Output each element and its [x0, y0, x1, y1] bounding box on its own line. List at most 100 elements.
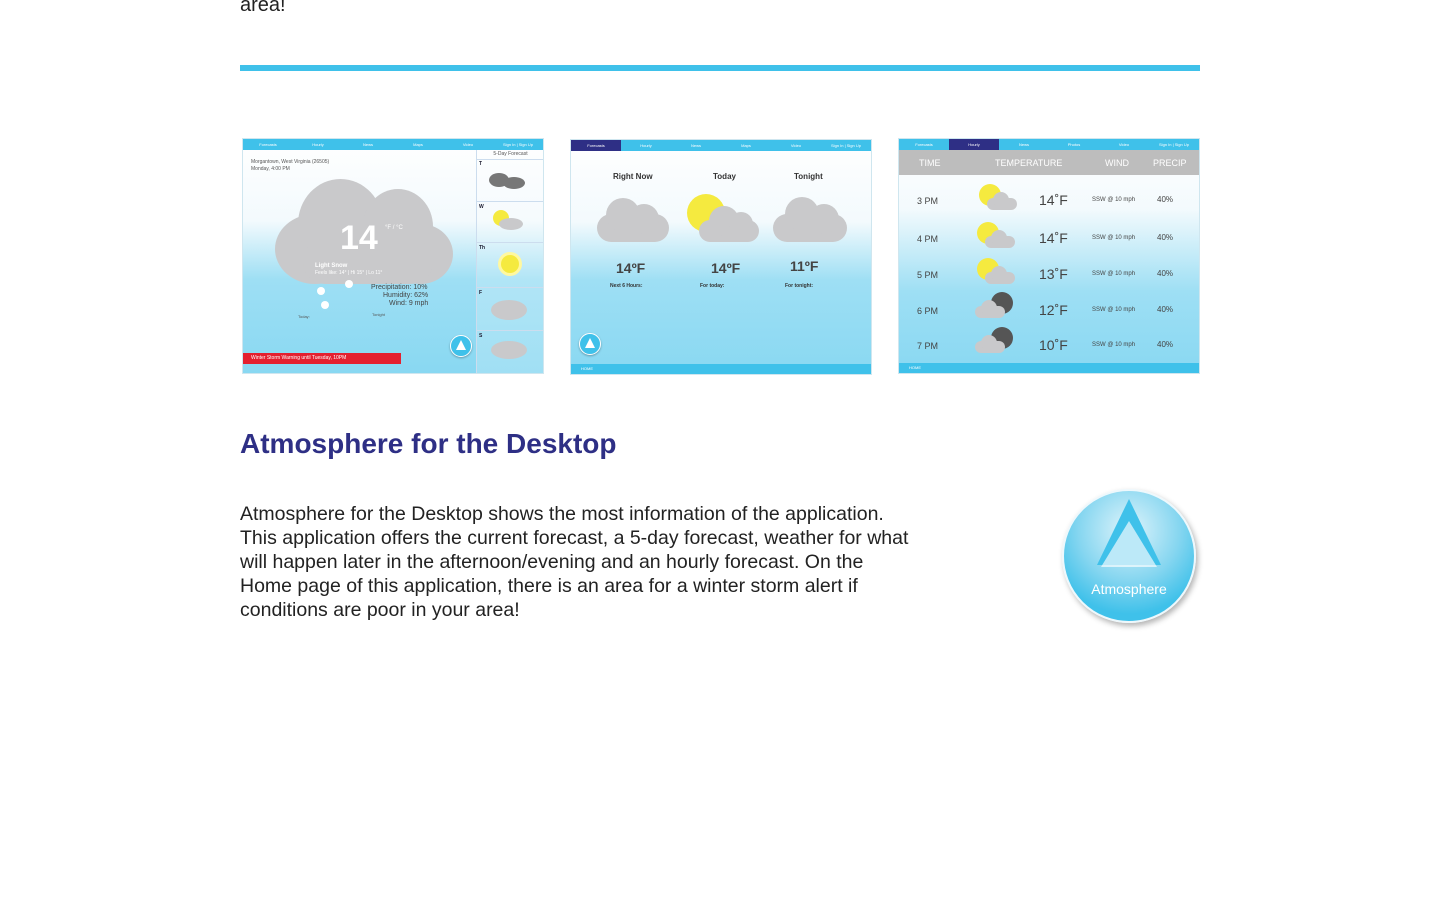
- row-time: 4 PM: [917, 234, 939, 244]
- home-bar[interactable]: HOME: [899, 363, 1199, 373]
- today-screen-thumbnail[interactable]: Forecasts Hourly News Maps Video Sign In…: [570, 139, 872, 375]
- day-label: W: [479, 204, 484, 210]
- nav-hourly: Hourly: [312, 142, 324, 147]
- forecast-day-wednesday[interactable]: W: [477, 202, 543, 243]
- section-divider: [240, 65, 1200, 71]
- row-precip: 40%: [1157, 269, 1174, 278]
- row-precip: 40%: [1157, 195, 1174, 204]
- right-now-temp: 14ºF: [616, 260, 646, 276]
- forecast-day-saturday[interactable]: S: [477, 331, 543, 373]
- tonight-title: Tonight: [794, 172, 823, 181]
- row-wind: SSW @ 10 mph: [1092, 235, 1136, 241]
- nav-sign-in: Sign In | Sign Up: [503, 142, 533, 147]
- table-row[interactable]: 7 PM 10˚F SSW @ 10 mph 40%: [899, 327, 1199, 365]
- app-nav-bar: Forecasts Hourly News Maps Video Sign In…: [243, 139, 543, 150]
- nav-video: Video: [1118, 142, 1130, 147]
- col-wind: WIND: [1105, 158, 1129, 168]
- forecast-day-friday[interactable]: F: [477, 288, 543, 331]
- cloud-icon: [503, 177, 525, 189]
- atmosphere-logo-icon[interactable]: [450, 335, 472, 357]
- cloud-icon: [491, 341, 527, 359]
- row-time: 5 PM: [917, 270, 939, 280]
- table-row[interactable]: 4 PM 14˚F SSW @ 10 mph 40%: [899, 222, 1199, 258]
- home-link[interactable]: HOME: [909, 365, 921, 370]
- right-now-title: Right Now: [613, 172, 653, 181]
- cloud-icon: [491, 300, 527, 320]
- row-precip: 40%: [1157, 340, 1174, 349]
- row-precip: 40%: [1157, 305, 1174, 314]
- app-nav-bar: Forecasts Hourly News Photos Video Sign …: [899, 139, 1199, 150]
- nav-forecasts: Forecasts: [259, 142, 277, 147]
- row-temp: 10˚F: [1039, 337, 1068, 353]
- for-tonight-label: For tonight:: [785, 283, 814, 289]
- logo-label: Atmosphere: [1091, 581, 1167, 597]
- nav-sign-in: Sign In | Sign Up: [831, 143, 861, 148]
- triangle-highlight: [1101, 521, 1157, 567]
- nav-news: News: [1018, 142, 1029, 147]
- nav-video: Video: [462, 142, 474, 147]
- row-time: 7 PM: [917, 341, 939, 351]
- row-wind: SSW @ 10 mph: [1092, 271, 1136, 277]
- today-temp: 14ºF: [711, 260, 741, 276]
- condition: Light Snow: [315, 263, 348, 269]
- datetime: Monday, 4:00 PM: [251, 166, 290, 172]
- row-temp: 12˚F: [1039, 302, 1068, 318]
- forecast-day-tuesday[interactable]: T: [477, 159, 543, 202]
- row-temp: 14˚F: [1039, 230, 1068, 246]
- nav-hourly: Hourly: [640, 143, 652, 148]
- row-precip: 40%: [1157, 233, 1174, 242]
- atmosphere-logo: Atmosphere: [1062, 489, 1196, 623]
- table-row[interactable]: 3 PM 14˚F SSW @ 10 mph 40%: [899, 184, 1199, 220]
- humidity: Humidity: 62%: [383, 292, 429, 299]
- tonight-temp: 11ºF: [790, 258, 819, 274]
- current-temp: 14: [340, 219, 378, 257]
- next-6-hours-label: Next 6 Hours:: [610, 283, 643, 289]
- sun-icon: [501, 255, 519, 273]
- today-label: Today:: [298, 314, 310, 319]
- home-link[interactable]: HOME: [581, 366, 593, 371]
- storm-alert-banner[interactable]: Winter Storm Warning until Tuesday, 10PM: [243, 353, 401, 364]
- row-wind: SSW @ 10 mph: [1092, 307, 1136, 313]
- home-screen-thumbnail[interactable]: Forecasts Hourly News Maps Video Sign In…: [242, 138, 544, 374]
- atmosphere-logo-icon[interactable]: [579, 333, 601, 355]
- today-title: Today: [713, 172, 736, 181]
- nav-maps: Maps: [413, 142, 423, 147]
- col-time: TIME: [919, 158, 941, 168]
- nav-news: News: [690, 143, 701, 148]
- nav-sign-in: Sign In | Sign Up: [1159, 142, 1189, 147]
- table-row[interactable]: 5 PM 13˚F SSW @ 10 mph 40%: [899, 258, 1199, 294]
- nav-forecasts: Forecasts: [571, 140, 621, 151]
- nav-video: Video: [790, 143, 802, 148]
- row-time: 3 PM: [917, 196, 939, 206]
- previous-paragraph-tail: area!: [240, 0, 286, 16]
- precipitation: Precipitation: 10%: [371, 284, 428, 291]
- day-label: Th: [479, 245, 486, 251]
- row-wind: SSW @ 10 mph: [1092, 342, 1136, 348]
- col-temperature: TEMPERATURE: [995, 158, 1063, 168]
- row-temp: 13˚F: [1039, 266, 1068, 282]
- row-temp: 14˚F: [1039, 192, 1068, 208]
- wind: Wind: 9 mph: [389, 300, 429, 307]
- day-label: F: [479, 290, 483, 296]
- app-nav-bar: Forecasts Hourly News Maps Video Sign In…: [571, 140, 871, 151]
- cloud-icon: [499, 218, 523, 230]
- day-label: T: [479, 161, 483, 167]
- table-row[interactable]: 6 PM 12˚F SSW @ 10 mph 40%: [899, 292, 1199, 330]
- section-body-text: Atmosphere for the Desktop shows the mos…: [240, 503, 909, 621]
- col-precip: PRECIP: [1153, 158, 1187, 168]
- for-today-label: For today:: [700, 283, 725, 289]
- five-day-panel: 5-Day Forecast T W Th F S: [476, 150, 543, 373]
- tonight-label: Tonight: [372, 312, 385, 317]
- location: Morgantown, West Virginia (26505): [251, 159, 330, 165]
- hourly-screen-thumbnail[interactable]: Forecasts Hourly News Photos Video Sign …: [898, 138, 1200, 374]
- temp-units: °F / °C: [385, 225, 403, 231]
- nav-hourly: Hourly: [949, 139, 999, 150]
- home-bar[interactable]: HOME: [571, 364, 871, 374]
- nav-maps: Maps: [741, 143, 751, 148]
- nav-forecasts: Forecasts: [915, 142, 933, 147]
- nav-photos: Photos: [1067, 142, 1081, 147]
- nav-news: News: [362, 142, 373, 147]
- forecast-day-thursday[interactable]: Th: [477, 243, 543, 288]
- day-label: S: [479, 333, 483, 339]
- hourly-table-header: TIME TEMPERATURE WIND PRECIP: [899, 150, 1199, 175]
